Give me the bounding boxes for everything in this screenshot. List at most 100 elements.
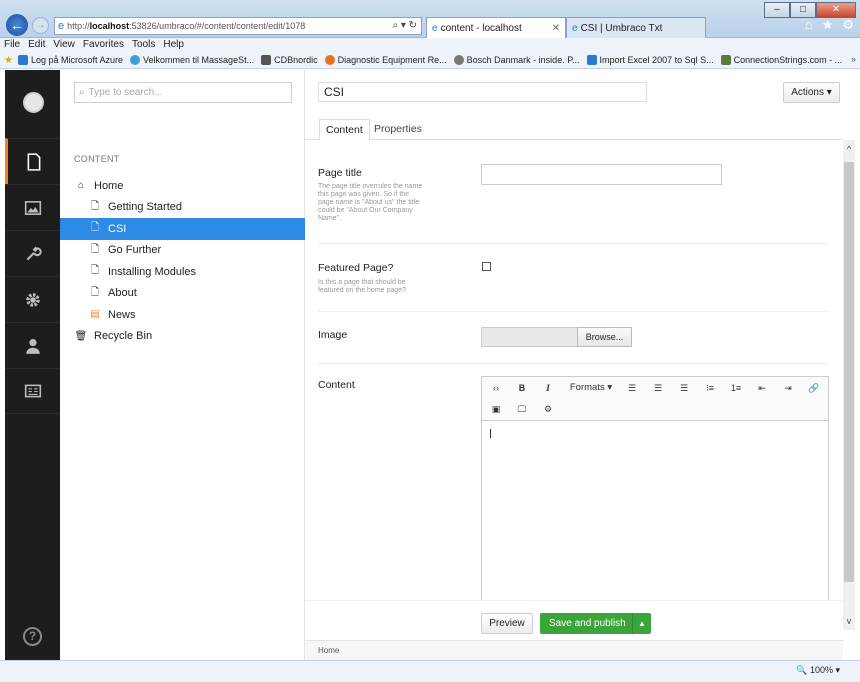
search-icon: ⌕ [79, 87, 85, 98]
node-name-input[interactable]: CSI [318, 82, 647, 102]
ie-icon: e [58, 20, 65, 32]
favorite-item[interactable]: Import Excel 2007 to Sql S... [586, 55, 714, 65]
favorite-item[interactable]: Log på Microsoft Azure [17, 55, 123, 65]
preview-button[interactable]: Preview [481, 613, 533, 634]
outdent-icon[interactable]: ⇤ [754, 381, 770, 395]
property-description: Is this a page that should be featured o… [318, 279, 406, 294]
maximize-button[interactable]: □ [790, 2, 816, 18]
code-icon[interactable]: ‹› [488, 381, 504, 395]
close-tab-icon[interactable]: ✕ [552, 23, 560, 34]
tab-content[interactable]: Content [319, 119, 370, 141]
section-members[interactable] [5, 368, 60, 414]
home-icon[interactable]: ⌂ [805, 17, 813, 33]
tree-item-label: Getting Started [108, 201, 182, 214]
caret-up-icon[interactable]: ▲ [632, 613, 651, 634]
avatar[interactable] [23, 92, 44, 113]
section-users[interactable] [5, 322, 60, 368]
minimize-button[interactable]: – [764, 2, 790, 18]
macro-screen-icon[interactable]: 🖵 [514, 402, 530, 416]
gear-icon[interactable]: ⚙ [842, 17, 854, 33]
formats-dropdown[interactable]: Formats ▾ [568, 381, 614, 395]
image-upload-field[interactable] [481, 327, 577, 347]
property-page-title: Page title The page title overrules the … [318, 140, 828, 244]
property-label: Featured Page? [318, 262, 394, 274]
back-arrow-icon[interactable]: ← [6, 14, 28, 36]
tree-item-label: About [108, 287, 137, 300]
scroll-up-icon[interactable]: ^ [843, 144, 855, 154]
indent-icon[interactable]: ⇥ [780, 381, 796, 395]
align-left-icon[interactable]: ☰ [624, 381, 640, 395]
trash-icon: 🗑 [74, 330, 88, 342]
newspaper-icon: ▤ [90, 309, 100, 321]
text-caret [490, 429, 491, 438]
address-prefix: http:// [67, 21, 90, 31]
address-bar[interactable]: e http://localhost:53826/umbraco/#/conte… [54, 17, 422, 35]
save-and-publish-button[interactable]: Save and publish ▲ [540, 613, 651, 634]
scroll-down-icon[interactable]: v [843, 616, 855, 626]
save-and-publish-label: Save and publish [549, 618, 626, 629]
search-placeholder: Type to search... [88, 87, 163, 98]
tree-item-home[interactable]: ⌂ Home [60, 175, 305, 197]
chevron-right-icon[interactable]: » [851, 54, 856, 64]
align-right-icon[interactable]: ☰ [676, 381, 692, 395]
italic-icon[interactable]: I [540, 381, 556, 395]
favorite-item[interactable]: Bosch Danmark - inside. P... [453, 55, 580, 65]
tree-item-getting-started[interactable]: 🗋 Getting Started [60, 197, 305, 219]
user-icon [25, 338, 40, 354]
tree-item-label: Recycle Bin [94, 330, 153, 343]
browser-tab-label: CSI | Umbraco Txt [580, 22, 663, 34]
content-tree-panel: ⌕ Type to search... CONTENT ⌂ Home 🗋 Get… [60, 70, 305, 660]
page-title-input[interactable] [481, 164, 722, 185]
section-developer[interactable] [5, 276, 60, 322]
menu-file[interactable]: File [4, 38, 20, 52]
menu-help[interactable]: Help [163, 38, 184, 52]
menu-favorites[interactable]: Favorites [83, 38, 124, 52]
menu-tools[interactable]: Tools [132, 38, 155, 52]
link-icon[interactable]: 🔗 [806, 381, 822, 395]
section-content[interactable] [5, 138, 60, 184]
forward-arrow-icon[interactable]: → [32, 17, 49, 34]
section-settings[interactable] [5, 230, 60, 276]
menu-edit[interactable]: Edit [28, 38, 45, 52]
browse-button[interactable]: Browse... [577, 327, 632, 347]
address-tools[interactable]: ⌕ ▾ ↻ [392, 20, 417, 31]
tab-properties[interactable]: Properties [368, 119, 428, 141]
favorite-item[interactable]: ConnectionStrings.com - ... [720, 55, 842, 65]
image-icon[interactable]: ▣ [488, 402, 504, 416]
tree-item-installing-modules[interactable]: 🗋 Installing Modules [60, 261, 305, 283]
featured-page-checkbox[interactable] [482, 262, 491, 271]
macro-settings-icon[interactable]: ⚙ [540, 402, 556, 416]
favorites-bar: ★ Log på Microsoft Azure Velkommen til M… [0, 52, 860, 69]
tree-item-recycle-bin[interactable]: 🗑 Recycle Bin [60, 326, 305, 348]
star-icon[interactable]: ★ [822, 17, 834, 33]
tree-item-csi[interactable]: 🗋 CSI [60, 218, 305, 240]
bold-icon[interactable]: B [514, 381, 530, 395]
tree-item-go-further[interactable]: 🗋 Go Further [60, 240, 305, 262]
breadcrumb[interactable]: Home [305, 640, 843, 660]
gear-icon [25, 292, 40, 307]
menu-view[interactable]: View [53, 38, 75, 52]
favorites-star-icon[interactable]: ★ [4, 55, 13, 66]
search-input[interactable]: ⌕ Type to search... [74, 82, 292, 103]
favorite-item[interactable]: Diagnostic Equipment Re... [324, 55, 447, 65]
close-window-button[interactable]: ✕ [816, 2, 856, 18]
favorite-item[interactable]: CDBnordic [261, 55, 318, 65]
favorite-icon [261, 55, 272, 65]
favorite-item[interactable]: Velkommen til MassageSt... [130, 55, 254, 65]
tree-item-label: Home [94, 179, 124, 192]
zoom-level[interactable]: 🔍 100% ▾ [796, 665, 840, 676]
help-icon[interactable]: ? [23, 627, 42, 646]
tree-item-news[interactable]: ▤ News [60, 304, 305, 326]
browser-tab-content[interactable]: e content - localhost ✕ [426, 17, 566, 38]
umbraco-app: ? ⌕ Type to search... CONTENT ⌂ Home 🗋 G… [5, 70, 843, 666]
bullet-list-icon[interactable]: ⁝≡ [702, 381, 718, 395]
favorite-icon [130, 55, 141, 65]
actions-button[interactable]: Actions ▾ [783, 82, 840, 103]
align-center-icon[interactable]: ☰ [650, 381, 666, 395]
scroll-thumb[interactable] [844, 162, 854, 582]
numbered-list-icon[interactable]: 1≡ [728, 381, 744, 395]
browser-tab-csi[interactable]: e CSI | Umbraco Txt [566, 17, 706, 38]
tree-item-about[interactable]: 🗋 About [60, 283, 305, 305]
section-media[interactable] [5, 184, 60, 230]
page-scrollbar[interactable]: ^ v [843, 140, 855, 630]
